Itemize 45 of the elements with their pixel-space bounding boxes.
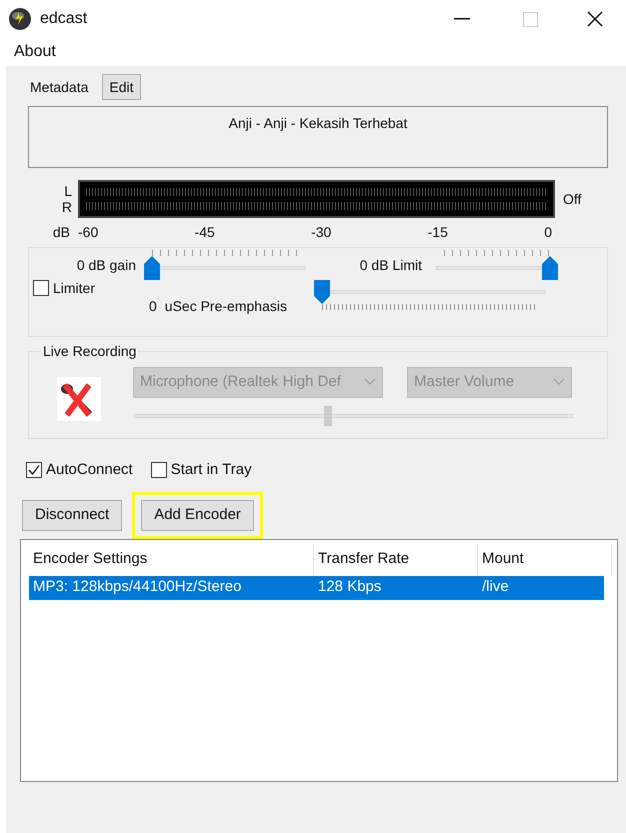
slider-thumb[interactable] <box>144 256 160 280</box>
meter-status: Off <box>563 190 582 208</box>
close-icon <box>587 11 603 27</box>
checkbox[interactable] <box>150 462 167 478</box>
limiter-label: Limiter <box>53 280 96 296</box>
slider-track[interactable] <box>144 256 306 280</box>
menu-item[interactable]: About <box>14 40 56 64</box>
pre-emphasis-value: 0 <box>149 297 157 316</box>
edit-button[interactable]: Edit <box>102 74 140 100</box>
window-title: edcast <box>40 9 88 29</box>
metadata-label: Metadata <box>30 78 88 96</box>
limit-label: 0 dB Limit <box>358 256 423 274</box>
slider-thumb[interactable] <box>542 256 558 280</box>
gain-label: 0 dB gain <box>76 256 137 275</box>
maximize-icon <box>522 12 538 26</box>
chevron-down-icon <box>553 378 565 386</box>
action-button[interactable]: Disconnect <box>22 500 122 530</box>
app-logo-icon <box>8 7 32 31</box>
action-button[interactable]: Add Encoder <box>141 500 254 530</box>
option-label: AutoConnect <box>46 460 133 480</box>
table-cell-text: /live <box>481 577 510 598</box>
chevron-down-icon <box>364 378 376 386</box>
scale-unit: dB <box>52 223 71 242</box>
checkbox[interactable] <box>26 462 42 478</box>
scale-label: -15 <box>428 223 448 242</box>
minimize-icon <box>454 18 470 20</box>
option-label: Start in Tray <box>170 460 252 480</box>
pre-emphasis-label: uSec Pre-emphasis <box>164 297 287 316</box>
slider-track[interactable] <box>133 404 573 428</box>
muted-microphone-icon <box>57 377 101 421</box>
encoder-row[interactable]: MP3: 128kbps/44100Hz/Stereo 128 Kbps /live <box>29 576 604 600</box>
slider-track[interactable] <box>436 256 558 280</box>
table-cell-text: 128 Kbps <box>317 577 382 598</box>
table-cell-text: MP3: 128kbps/44100Hz/Stereo <box>32 577 242 598</box>
scale-label: -45 <box>194 223 215 242</box>
checkbox[interactable] <box>33 280 49 296</box>
slider-track[interactable] <box>314 280 546 304</box>
channel-label: L <box>64 183 72 199</box>
metadata-display: Anji - Anji - Kekasih Terhebat <box>28 106 608 168</box>
scale-label: -60 <box>78 223 98 242</box>
scale-label: 0 <box>544 223 552 242</box>
channel-label: R <box>62 199 72 215</box>
check-icon <box>28 464 40 476</box>
scale-label: -30 <box>311 223 332 242</box>
slider-thumb[interactable] <box>314 280 330 304</box>
